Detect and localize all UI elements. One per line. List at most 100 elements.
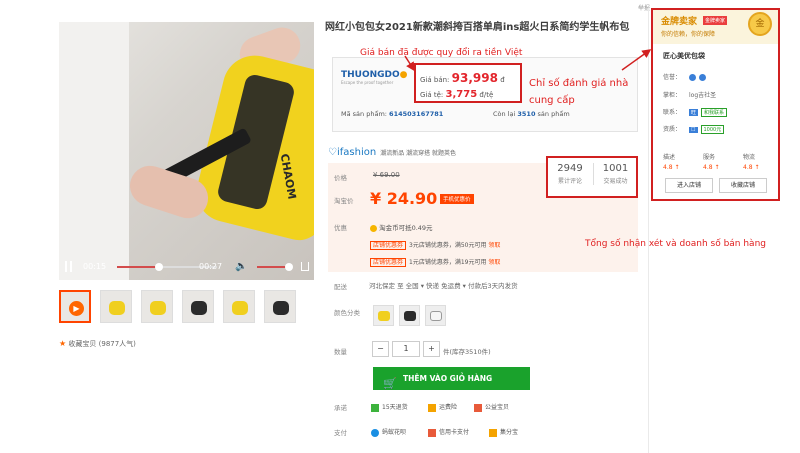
fullscreen-icon[interactable] (301, 262, 309, 271)
payment-label: 支付 (334, 429, 347, 437)
contact-button[interactable]: 和我联系 (701, 108, 728, 117)
color-swatch-image (430, 311, 442, 321)
product-title: 网红小包包女2021新款潮斜挎百搭单肩ins超火日系简约学生帆布包 (325, 22, 630, 33)
mobile-price-tag[interactable]: 手机优惠价 (440, 194, 474, 204)
thumbnail[interactable] (182, 290, 214, 323)
payment-credit-label: 信用卡支付 (439, 429, 470, 436)
discount-label: 优惠 (334, 224, 347, 232)
quantity-stock: 件(库存3510件) (443, 348, 491, 356)
score-service: 服务 4.8 ↑ (703, 152, 719, 171)
payment-huabei[interactable]: 蚂蚁花呗 (371, 427, 406, 437)
coupon-row: 店铺优惠券 3元店铺优惠券，满50元可用 领取 (370, 240, 500, 250)
rate-label: Giá tệ: (420, 91, 444, 99)
charity-icon (474, 403, 482, 412)
thumbnail-image (150, 301, 166, 315)
payment-jifenbao[interactable]: 集分宝 (489, 427, 518, 437)
quantity-decrease-button[interactable]: − (372, 341, 389, 357)
reputation-label: 信誉： (663, 74, 682, 81)
wangwang-icon[interactable]: 旺 (689, 109, 699, 116)
favorite-label: 收藏宝贝 (9877人气) (68, 340, 136, 348)
payment-huabei-label: 蚂蚁花呗 (382, 429, 407, 436)
payment-jifenbao-label: 集分宝 (500, 429, 519, 436)
volume-slider[interactable] (257, 266, 287, 268)
coupon-row: 店铺优惠券 1元店铺优惠券，满19元可用 领取 (370, 257, 500, 267)
video-total-time: 00:27 (199, 262, 223, 271)
ifashion-brand: ifashion (336, 147, 377, 158)
pause-icon[interactable] (65, 261, 72, 272)
ifashion-banner: ♡ifashion 潮流新品 潮流穿搭 就题英色 (328, 147, 456, 158)
color-option-yellow[interactable] (373, 305, 394, 326)
thumbnail[interactable] (264, 290, 296, 323)
coin-icon (370, 224, 377, 232)
claim-coupon-link[interactable]: 领取 (488, 242, 500, 249)
rate-value: 3,775 (445, 89, 478, 100)
thumbnail-image (191, 301, 207, 315)
reviews-count: 2949 (557, 163, 583, 174)
score-label: 物流 (743, 154, 756, 161)
collect-shop-button[interactable]: 收藏店铺 (719, 178, 767, 193)
promise-charity-label: 公益宝贝 (485, 404, 510, 411)
original-price-label: 价格 (334, 174, 347, 182)
vnd-price-box: Giá bán: 93,998 đ Giá tệ: 3,775 đ/tệ (414, 63, 522, 103)
promise-charity[interactable]: 公益宝贝 (474, 402, 509, 412)
favorite-item[interactable]: ★ 收藏宝贝 (9877人气) (59, 339, 136, 349)
claim-coupon-link[interactable]: 领取 (488, 259, 500, 266)
color-option-white[interactable] (425, 305, 446, 326)
thumbnail-video[interactable]: ▶ (59, 290, 91, 323)
delivery-info[interactable]: 河北保定 至 全国 ▾ 快递 免运费 ▾ 付款后3天内发货 (369, 280, 518, 290)
vnd-price-label: Giá bán: (420, 76, 450, 84)
reputation-icon (689, 74, 697, 81)
sales-count: 1001 (602, 163, 629, 174)
score-value: 4.8 ↑ (743, 164, 760, 171)
video-progress-knob[interactable] (155, 263, 163, 271)
stock-unit: sản phẩm (537, 110, 570, 118)
cart-icon: 🛒 (383, 377, 397, 390)
promise-return-label: 15天退货 (382, 404, 408, 411)
score-logistics: 物流 4.8 ↑ (743, 152, 759, 171)
contact-label: 联系： (663, 109, 682, 116)
thumbnail[interactable] (141, 290, 173, 323)
sales-stat[interactable]: 1001 交易成功 (593, 163, 637, 185)
gold-seller-title: 金牌卖家 (661, 17, 698, 27)
play-icon: ▶ (69, 301, 84, 316)
score-label: 服务 (703, 154, 716, 161)
volume-icon[interactable]: 🔈 (235, 261, 247, 272)
shop-header: 金牌卖家 金牌卖家 你的信赖，你的保障 金 (653, 10, 778, 44)
product-codes: Mã sản phẩm: 614503167781 Còn lại 3510 s… (341, 110, 570, 118)
star-icon: ★ (59, 339, 67, 348)
quantity-increase-button[interactable]: + (423, 341, 440, 357)
coin-text: 淘金币可抵0.49元 (379, 224, 433, 232)
reviews-stat[interactable]: 2949 累计评论 (548, 163, 592, 185)
score-value: 4.8 ↑ (663, 164, 680, 171)
promise-shipping-insurance[interactable]: 运费险 (428, 402, 457, 412)
color-option-black[interactable] (399, 305, 420, 326)
vnd-price-value: 93,998 (451, 71, 498, 85)
owner-name[interactable]: log吉社圣 (689, 92, 716, 99)
shop-name[interactable]: 匠心美优包袋 (663, 51, 705, 61)
product-video[interactable]: CHAOM 00:15 00:27 🔈 (59, 22, 314, 280)
thumbnail-strip: ▶ (59, 290, 299, 326)
enter-shop-button[interactable]: 进入店铺 (665, 178, 713, 193)
promise-return[interactable]: 15天退货 (371, 402, 408, 412)
add-to-cart-button[interactable]: 🛒 THÊM VÀO GIỎ HÀNG (373, 367, 530, 390)
promise-insurance-label: 运费险 (439, 404, 458, 411)
volume-knob[interactable] (285, 263, 293, 271)
shop-qualification: 资质： ☐ 1000元 (663, 124, 725, 134)
sale-price: ¥ 24.90 (370, 189, 438, 208)
quantity-input[interactable]: 1 (392, 341, 420, 357)
thumbnail[interactable] (100, 290, 132, 323)
add-to-cart-label: THÊM VÀO GIỎ HÀNG (403, 374, 493, 383)
sale-price-label: 淘宝价 (334, 197, 354, 205)
thumbnail[interactable] (223, 290, 255, 323)
coupon-tag: 店铺优惠券 (370, 241, 407, 250)
qualification-label: 资质： (663, 126, 682, 133)
coupon-text: 1元店铺优惠券，满19元可用 (409, 259, 487, 266)
color-label: 颜色分类 (334, 309, 360, 317)
divider (648, 8, 649, 453)
seller-logo-text: THUONGDO (341, 70, 400, 80)
payment-credit-card[interactable]: 信用卡支付 (428, 427, 469, 437)
promise-label: 承诺 (334, 404, 347, 412)
score-value: 4.8 ↑ (703, 164, 720, 171)
owner-label: 掌柜： (663, 92, 682, 99)
annotation-reviews-sales: Tổng số nhận xét và doanh số bán hàng (585, 239, 766, 249)
